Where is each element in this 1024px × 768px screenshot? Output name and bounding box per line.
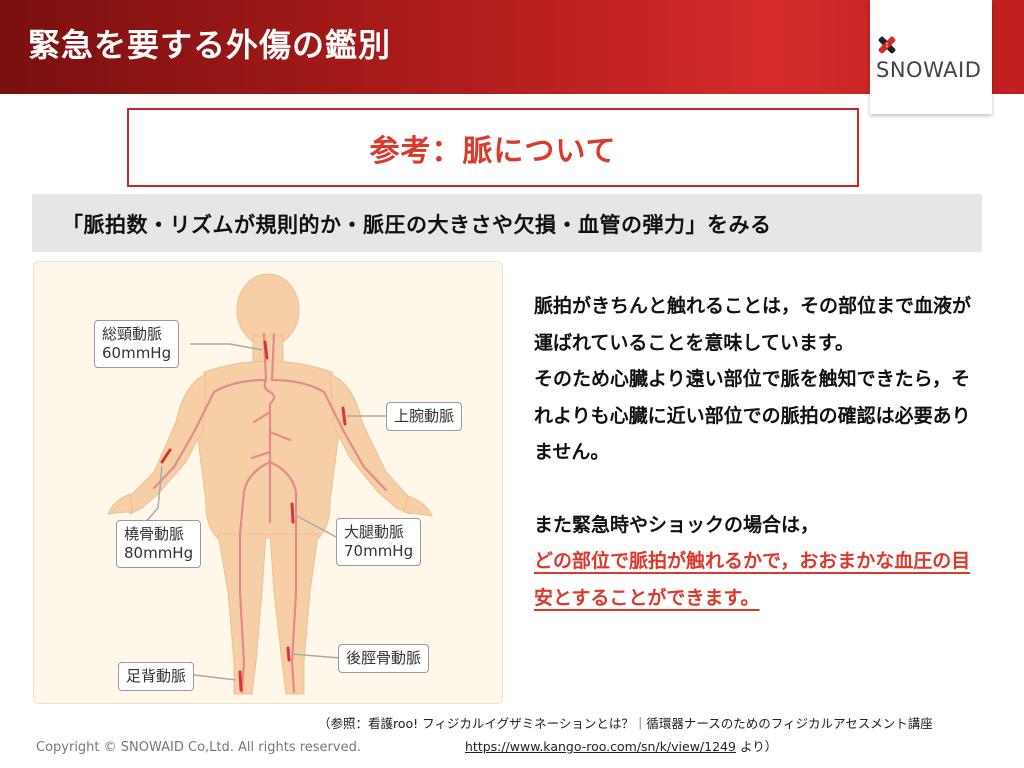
copyright: Copyright © SNOWAID Co,Ltd. All rights r… xyxy=(36,740,361,755)
carotid-name: 総頸動脈 xyxy=(102,325,163,343)
left-arm-shape xyxy=(126,373,207,515)
reference-suffix: より） xyxy=(735,739,778,754)
brachial-label: 上腕動脈 xyxy=(386,402,463,431)
summary-band: 「脈拍数・リズムが規則的か・脈圧の大きさや欠損・血管の弾力」をみる xyxy=(32,194,982,252)
logo: SNOWAID xyxy=(870,0,992,114)
brachial-marker xyxy=(341,406,347,426)
neck-shape xyxy=(252,335,284,365)
head-shape xyxy=(236,273,300,347)
reference-url-line: https://www.kango-roo.com/sn/k/view/1249… xyxy=(465,736,777,755)
carotid-pointer xyxy=(190,343,263,351)
paragraph-1: 脈拍がきちんと触れることは，その部位まで血液が運ばれていることを意味しています。 xyxy=(534,295,972,354)
paragraph-3: また緊急時やショックの場合は， どの部位で脈拍が触れるかで，おおまかな血圧の目安… xyxy=(534,507,974,617)
tibial-marker xyxy=(286,646,291,662)
radial-pressure: 80mmHg xyxy=(124,544,194,562)
logo-text: SNOWAID xyxy=(876,58,982,82)
femoral-name: 大腿動脈 xyxy=(344,523,405,541)
subtitle: 参考：脈について xyxy=(369,133,617,169)
tibial-name: 後脛骨動脈 xyxy=(346,649,422,667)
radial-label: 橈骨動脈 80mmHg xyxy=(116,520,202,568)
dorsalis-label: 足背動脈 xyxy=(118,662,195,691)
tibial-label: 後脛骨動脈 xyxy=(338,644,430,673)
dorsalis-name: 足背動脈 xyxy=(126,667,187,685)
reference-line: （参照：看護roo! フィジカルイグザミネーションとは？｜循環器ナースのためのフ… xyxy=(318,716,933,731)
radial-name: 橈骨動脈 xyxy=(124,525,185,543)
bandage-cross-icon xyxy=(878,36,896,54)
paragraph-3-intro: また緊急時やショックの場合は， xyxy=(534,513,820,536)
subtitle-box: 参考：脈について xyxy=(127,108,859,187)
page-title: 緊急を要する外傷の鑑別 xyxy=(28,26,392,64)
femoral-marker xyxy=(290,502,295,524)
left-hand-shape xyxy=(107,493,133,515)
summary-text: 「脈拍数・リズムが規則的か・脈圧の大きさや欠損・血管の弾力」をみる xyxy=(62,213,772,237)
femoral-pressure: 70mmHg xyxy=(344,542,414,560)
explanation-text: 脈拍がきちんと触れることは，その部位まで血液が運ばれていることを意味しています。… xyxy=(534,288,974,616)
reference-link[interactable]: https://www.kango-roo.com/sn/k/view/1249 xyxy=(465,739,736,754)
carotid-marker xyxy=(263,340,269,360)
carotid-label: 総頸動脈 60mmHg xyxy=(94,320,180,368)
paragraph-3-highlight: どの部位で脈拍が触れるかで，おおまかな血圧の目安とすることができます。 xyxy=(534,550,971,609)
brachial-name: 上腕動脈 xyxy=(394,407,455,425)
dorsalis-marker xyxy=(238,670,243,692)
carotid-pressure: 60mmHg xyxy=(102,344,172,362)
pulse-points-figure: 総頸動脈 60mmHg 上腕動脈 橈骨動脈 80mmHg 大腿動脈 70mmHg… xyxy=(33,261,503,704)
paragraph-2: そのため心臓より遠い部位で脈を触知できたら，それよりも心臓に近い部位での脈拍の確… xyxy=(534,368,971,463)
right-hand-shape xyxy=(403,495,433,517)
right-arm-shape xyxy=(329,373,414,515)
femoral-label: 大腿動脈 70mmHg xyxy=(336,518,422,566)
